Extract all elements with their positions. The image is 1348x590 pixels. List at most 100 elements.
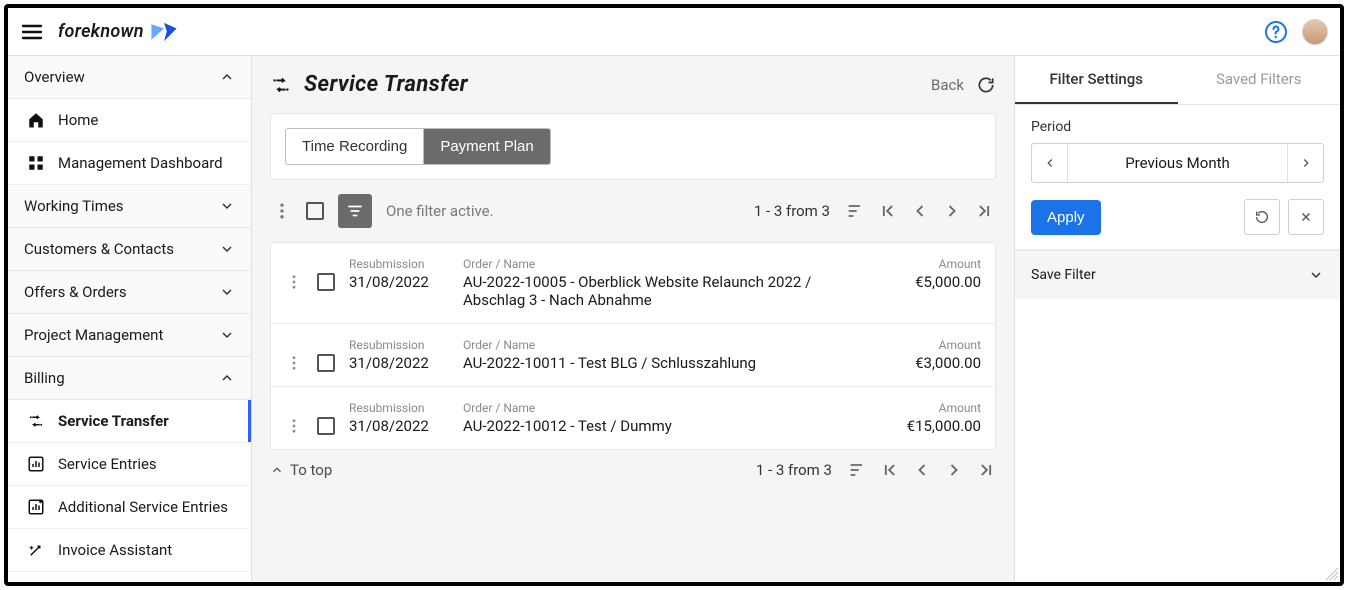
reset-button[interactable] [1244, 199, 1280, 235]
nav-group-offers-orders[interactable]: Offers & Orders [8, 271, 251, 314]
prev-page-icon[interactable] [912, 460, 932, 480]
sort-icon[interactable] [848, 460, 868, 480]
col-label: Order / Name [463, 401, 847, 415]
avatar[interactable] [1302, 19, 1328, 45]
first-page-icon[interactable] [878, 201, 898, 221]
tab-saved-filters[interactable]: Saved Filters [1178, 56, 1341, 104]
nav-group-label: Offers & Orders [24, 283, 127, 301]
pager-bottom: 1 - 3 from 3 [756, 460, 996, 480]
nav-group-label: Customers & Contacts [24, 240, 174, 258]
filter-body: Period Previous Month Apply [1015, 105, 1340, 250]
filter-actions: Apply [1031, 199, 1324, 235]
tab-filter-settings[interactable]: Filter Settings [1015, 56, 1178, 104]
view-segmented-control: Time Recording Payment Plan [285, 128, 551, 165]
sidebar-item-invoice-assistant[interactable]: Invoice Assistant [8, 529, 251, 572]
nav-group-customers-contacts[interactable]: Customers & Contacts [8, 228, 251, 271]
filter-tabs: Filter Settings Saved Filters [1015, 56, 1340, 105]
nav-item-label: Service Entries [58, 455, 157, 473]
tab-time-recording[interactable]: Time Recording [286, 129, 423, 164]
close-icon [1299, 210, 1313, 224]
more-vertical-icon[interactable] [285, 417, 303, 435]
nav-group-working-times[interactable]: Working Times [8, 185, 251, 228]
period-value[interactable]: Previous Month [1068, 144, 1287, 182]
row-checkbox[interactable] [317, 354, 335, 372]
chevron-down-icon [219, 284, 235, 300]
bar-chart-icon [26, 454, 46, 474]
table-row[interactable]: Resubmission31/08/2022Order / NameAU-202… [271, 323, 995, 386]
cell-order-name: Order / Name AU-2022-10012 - Test / Dummy [463, 401, 847, 435]
brand-logo[interactable]: foreknown [58, 21, 178, 43]
cell-resubmission: Resubmission31/08/2022 [349, 338, 449, 372]
list-toolbar: One filter active. 1 - 3 from 3 [270, 190, 996, 232]
help-icon[interactable] [1264, 20, 1288, 44]
row-checkbox[interactable] [317, 417, 335, 435]
apply-button[interactable]: Apply [1031, 200, 1101, 235]
sort-icon[interactable] [846, 201, 866, 221]
period-prev-button[interactable] [1032, 144, 1068, 182]
sidebar-item-service-transfer[interactable]: Service Transfer [8, 400, 251, 443]
refresh-icon[interactable] [976, 75, 996, 95]
cell-value: 31/08/2022 [349, 273, 449, 291]
chevron-left-icon [1043, 156, 1057, 170]
col-label: Amount [939, 257, 981, 271]
sidebar-item-service-entries[interactable]: Service Entries [8, 443, 251, 486]
back-link[interactable]: Back [931, 76, 964, 94]
cell-value: AU-2022-10011 - Test BLG / Schlusszahlun… [463, 354, 847, 372]
sidebar-item-management-dashboard[interactable]: Management Dashboard [8, 142, 251, 185]
sidebar-item-home[interactable]: Home [8, 99, 251, 142]
chevron-right-icon [1299, 156, 1313, 170]
col-label: Amount [939, 338, 981, 352]
last-page-icon[interactable] [974, 201, 994, 221]
table-row[interactable]: Resubmission31/08/2022 Order / Name AU-202… [271, 243, 995, 323]
nav-group-billing[interactable]: Billing [8, 357, 251, 400]
cell-amount: Amount €3,000.00 [861, 338, 981, 372]
chevron-down-icon [219, 198, 235, 214]
filter-icon [346, 202, 364, 220]
sidebar-item-additional-service-entries[interactable]: Additional Service Entries [8, 486, 251, 529]
cell-value: AU-2022-10005 - Oberblick Website Relaun… [463, 273, 847, 309]
next-page-icon[interactable] [944, 460, 964, 480]
save-filter-toggle[interactable]: Save Filter [1015, 250, 1340, 299]
more-vertical-icon[interactable] [272, 201, 292, 221]
pager-top: 1 - 3 from 3 [754, 201, 994, 221]
list-footer: To top 1 - 3 from 3 [270, 460, 996, 480]
more-vertical-icon[interactable] [285, 354, 303, 372]
filter-button[interactable] [338, 194, 372, 228]
cell-value: €5,000.00 [915, 273, 981, 291]
save-filter-label: Save Filter [1031, 267, 1096, 283]
table-row[interactable]: Resubmission31/08/2022Order / NameAU-202… [271, 386, 995, 449]
cell-value: AU-2022-10012 - Test / Dummy [463, 417, 847, 435]
nav-item-label: Invoice Assistant [58, 541, 172, 559]
period-label: Period [1031, 119, 1324, 135]
col-label: Resubmission [349, 338, 449, 352]
col-label: Order / Name [463, 257, 847, 271]
next-page-icon[interactable] [942, 201, 962, 221]
prev-page-icon[interactable] [910, 201, 930, 221]
to-top-label: To top [290, 461, 332, 479]
tabs-card: Time Recording Payment Plan [270, 113, 996, 180]
nav-item-label: Management Dashboard [58, 154, 223, 172]
more-vertical-icon[interactable] [285, 273, 303, 291]
select-all-checkbox[interactable] [306, 202, 324, 220]
cell-resubmission: Resubmission31/08/2022 [349, 257, 449, 291]
clear-button[interactable] [1288, 199, 1324, 235]
menu-toggle-button[interactable] [18, 18, 46, 46]
resize-handle-icon [1324, 566, 1340, 582]
row-checkbox[interactable] [317, 273, 335, 291]
results-list: Resubmission31/08/2022Order / NameAU-202… [270, 242, 996, 450]
undo-icon [1254, 209, 1270, 225]
nav-group-overview[interactable]: Overview [8, 56, 251, 99]
filter-panel: Filter Settings Saved Filters Period Pre… [1015, 56, 1340, 582]
cell-order-name: Order / Name AU-2022-10005 - Oberblick We… [463, 257, 847, 309]
first-page-icon[interactable] [880, 460, 900, 480]
nav-group-label: Project Management [24, 326, 163, 344]
to-top-button[interactable]: To top [270, 461, 332, 479]
period-next-button[interactable] [1287, 144, 1323, 182]
home-icon [26, 110, 46, 130]
nav-group-project-management[interactable]: Project Management [8, 314, 251, 357]
chevron-up-icon [219, 69, 235, 85]
cell-value: €3,000.00 [915, 354, 981, 372]
tab-payment-plan[interactable]: Payment Plan [423, 129, 549, 164]
last-page-icon[interactable] [976, 460, 996, 480]
topbar: foreknown [8, 8, 1340, 56]
